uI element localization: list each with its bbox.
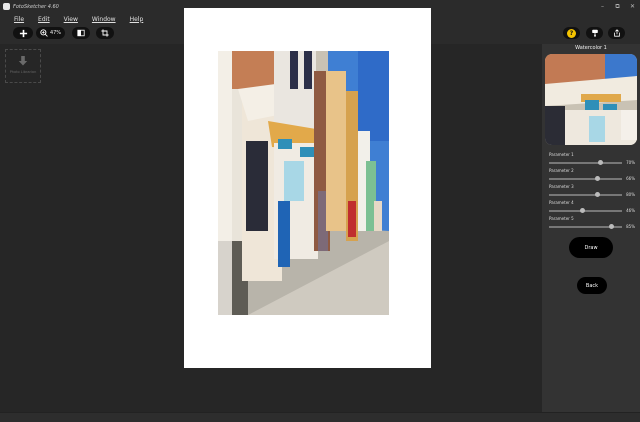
thumbnail-placeholder-label: Photo Librarian bbox=[9, 70, 37, 74]
parameter-slider-1[interactable]: Parameter 1 70% bbox=[549, 152, 635, 168]
split-view-icon bbox=[77, 29, 85, 37]
menu-file[interactable]: File bbox=[14, 16, 24, 23]
slider-handle[interactable] bbox=[594, 176, 600, 181]
share-button[interactable] bbox=[608, 27, 625, 39]
slider-track[interactable] bbox=[549, 178, 622, 180]
zoom-button[interactable]: 47% bbox=[36, 27, 65, 39]
window-title: FotoSketcher 4.60 bbox=[13, 3, 59, 10]
parameter-slider-2[interactable]: Parameter 2 66% bbox=[549, 168, 635, 184]
parameter-value: 46% bbox=[626, 208, 635, 213]
back-button[interactable]: Back bbox=[577, 277, 607, 294]
app-icon bbox=[3, 3, 10, 10]
plus-icon bbox=[19, 29, 27, 37]
crop-icon bbox=[101, 29, 109, 37]
fotosketcher-window: FotoSketcher 4.60 – ⧉ ✕ File Edit View W… bbox=[0, 0, 640, 422]
parameter-value: 70% bbox=[626, 160, 635, 165]
parameter-label: Parameter 1 bbox=[549, 152, 574, 157]
paint-roller-icon bbox=[591, 29, 598, 37]
share-icon bbox=[613, 29, 620, 37]
menu-window[interactable]: Window bbox=[92, 16, 116, 23]
compare-view-button[interactable] bbox=[72, 27, 90, 39]
status-bar bbox=[0, 412, 640, 422]
help-button[interactable]: ? bbox=[563, 27, 580, 39]
restore-button[interactable]: ⧉ bbox=[610, 0, 625, 13]
watercolor-image[interactable] bbox=[218, 51, 389, 315]
parameter-label: Parameter 3 bbox=[549, 184, 574, 189]
paint-button[interactable] bbox=[586, 27, 603, 39]
parameter-value: 66% bbox=[626, 176, 635, 181]
thumbnail-slot[interactable]: Photo Librarian bbox=[5, 49, 41, 83]
street-painting-icon bbox=[218, 51, 389, 315]
parameter-slider-5[interactable]: Parameter 5 85% bbox=[549, 216, 635, 232]
slider-handle[interactable] bbox=[594, 192, 600, 197]
minimize-button[interactable]: – bbox=[595, 0, 610, 13]
download-arrow-icon bbox=[18, 56, 28, 66]
zoom-in-icon bbox=[40, 29, 48, 37]
close-button[interactable]: ✕ bbox=[625, 0, 640, 13]
parameter-label: Parameter 4 bbox=[549, 200, 574, 205]
help-icon: ? bbox=[567, 28, 576, 38]
slider-handle[interactable] bbox=[597, 160, 603, 165]
parameter-slider-4[interactable]: Parameter 4 46% bbox=[549, 200, 635, 216]
menu-edit[interactable]: Edit bbox=[38, 16, 50, 23]
crop-button[interactable] bbox=[96, 27, 114, 39]
parameter-slider-3[interactable]: Parameter 3 80% bbox=[549, 184, 635, 200]
draw-button[interactable]: Draw bbox=[569, 237, 613, 258]
slider-track[interactable] bbox=[549, 210, 622, 212]
slider-handle[interactable] bbox=[580, 208, 586, 213]
menu-view[interactable]: View bbox=[64, 16, 78, 23]
settings-panel: Watercolor 1 Parameter 1 70% Parameter 2 66… bbox=[542, 44, 640, 412]
parameter-value: 80% bbox=[626, 192, 635, 197]
menu-help[interactable]: Help bbox=[130, 16, 144, 23]
parameter-value: 85% bbox=[626, 224, 635, 229]
slider-handle[interactable] bbox=[608, 224, 614, 229]
zoom-level: 47% bbox=[49, 30, 62, 36]
parameter-label: Parameter 5 bbox=[549, 216, 574, 221]
preset-title: Watercolor 1 bbox=[575, 45, 607, 51]
add-image-button[interactable] bbox=[13, 27, 33, 39]
preview-image-icon bbox=[545, 54, 637, 145]
parameter-label: Parameter 2 bbox=[549, 168, 574, 173]
window-controls: – ⧉ ✕ bbox=[595, 0, 640, 13]
slider-track[interactable] bbox=[549, 162, 622, 164]
slider-track[interactable] bbox=[549, 194, 622, 196]
preview-thumbnail[interactable] bbox=[545, 54, 637, 145]
